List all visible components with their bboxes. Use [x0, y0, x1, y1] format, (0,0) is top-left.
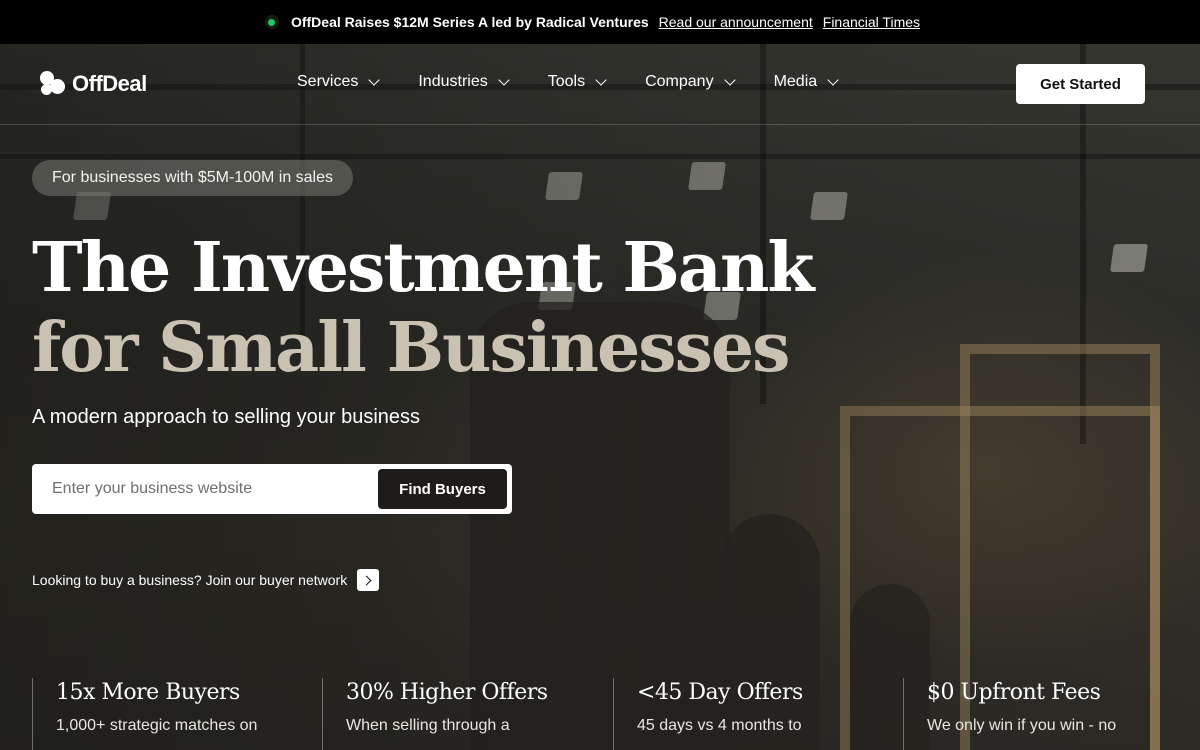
buyer-network-link[interactable]: Looking to buy a business? Join our buye… — [32, 569, 380, 591]
nav-item-label: Industries — [418, 73, 488, 90]
audience-badge: For businesses with $5M-100M in sales — [32, 160, 354, 196]
announcement-bar: OffDeal Raises $12M Series A led by Radi… — [0, 0, 1200, 44]
stats-row: 15x More Buyers 1,000+ strategic matches… — [32, 678, 1200, 750]
nav-item-label: Services — [297, 73, 359, 90]
hero-title-line1: The Investment Bank — [32, 228, 815, 308]
stat-fees: $0 Upfront Fees We only win if you win -… — [903, 678, 1116, 750]
chevron-down-icon — [595, 74, 607, 86]
financial-times-link[interactable]: Financial Times — [823, 14, 920, 30]
stat-text: 45 days vs 4 months to — [637, 717, 802, 734]
nav-item-company[interactable]: Company — [645, 73, 736, 91]
nav-menu: Services Industries Tools Company Media — [297, 73, 877, 91]
stat-buyers: 15x More Buyers 1,000+ strategic matches… — [32, 678, 257, 750]
chevron-right-icon — [357, 569, 380, 591]
stat-text: 1,000+ strategic matches on — [56, 717, 258, 734]
nav-item-label: Company — [645, 73, 714, 90]
stat-title: 15x More Buyers — [56, 680, 240, 705]
chevron-down-icon — [498, 74, 510, 86]
stat-title: 30% Higher Offers — [346, 680, 548, 705]
nav-item-media[interactable]: Media — [773, 73, 839, 91]
chevron-down-icon — [368, 74, 381, 86]
announcement-headline: OffDeal Raises $12M Series A led by Radi… — [290, 14, 649, 30]
announcement-link[interactable]: Read our announcement — [659, 14, 813, 30]
main-nav: OffDeal Services Industries Tools Compan… — [0, 44, 1200, 125]
business-website-input[interactable] — [52, 480, 378, 498]
stat-text: We only win if you win - no — [927, 717, 1117, 734]
nav-item-label: Tools — [547, 73, 586, 90]
stat-title: $0 Upfront Fees — [927, 680, 1101, 705]
nav-item-label: Media — [773, 73, 818, 90]
chevron-down-icon — [827, 74, 839, 86]
logo-text: OffDeal — [72, 71, 147, 96]
hero-title: The Investment Bank for Small Businesses — [32, 228, 815, 388]
logo-mark-icon — [40, 71, 66, 97]
business-search-form: Find Buyers — [32, 464, 512, 514]
nav-item-tools[interactable]: Tools — [547, 73, 607, 91]
hero-subtitle: A modern approach to selling your busine… — [32, 406, 421, 428]
stat-text: When selling through a — [346, 717, 510, 734]
stat-title: <45 Day Offers — [637, 680, 803, 705]
stat-timeline: <45 Day Offers 45 days vs 4 months to — [613, 678, 803, 750]
status-dot-icon — [264, 15, 279, 29]
nav-item-services[interactable]: Services — [297, 73, 381, 91]
chevron-down-icon — [723, 74, 736, 86]
get-started-button[interactable]: Get Started — [1016, 64, 1145, 104]
buyer-network-label: Looking to buy a business? Join our buye… — [32, 572, 348, 588]
find-buyers-button[interactable]: Find Buyers — [378, 469, 507, 509]
stat-offers: 30% Higher Offers When selling through a — [322, 678, 548, 750]
offdeal-logo[interactable]: OffDeal — [40, 71, 147, 97]
hero-title-line2: for Small Businesses — [32, 308, 790, 388]
nav-item-industries[interactable]: Industries — [418, 73, 510, 91]
hero-background — [0, 44, 1200, 750]
